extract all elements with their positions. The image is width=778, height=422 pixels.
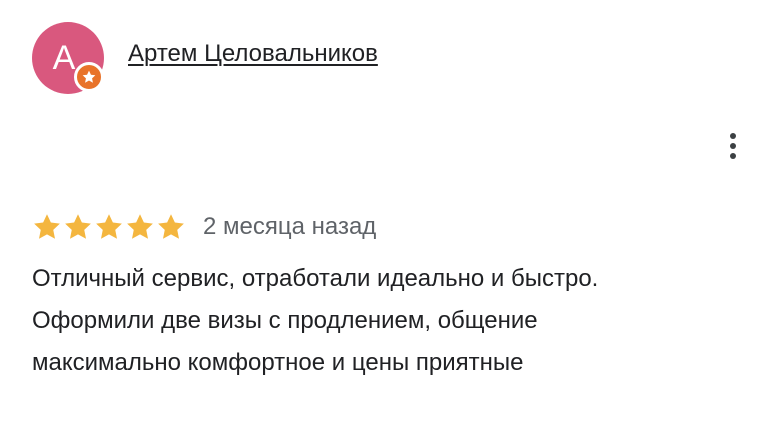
review-date: 2 месяца назад	[203, 213, 377, 240]
rating-row: 2 месяца назад	[32, 210, 376, 244]
reviewer-name-link[interactable]: Артем Целовальников	[128, 40, 378, 68]
review-text: Отличный сервис, отработали идеально и б…	[32, 265, 599, 376]
star-icon	[32, 212, 62, 242]
star-icon	[125, 212, 155, 242]
more-vert-icon-dot	[730, 153, 736, 159]
more-vert-icon-dot	[730, 143, 736, 149]
star-icon	[156, 212, 186, 242]
star-icon	[63, 212, 93, 242]
star-rating	[32, 212, 187, 242]
star-icon	[94, 212, 124, 242]
more-vert-icon	[730, 133, 736, 139]
star-badge-icon	[82, 70, 96, 83]
avatar-initial: А	[52, 39, 76, 77]
more-options-button[interactable]	[718, 128, 750, 164]
local-guide-badge-icon	[74, 62, 104, 92]
